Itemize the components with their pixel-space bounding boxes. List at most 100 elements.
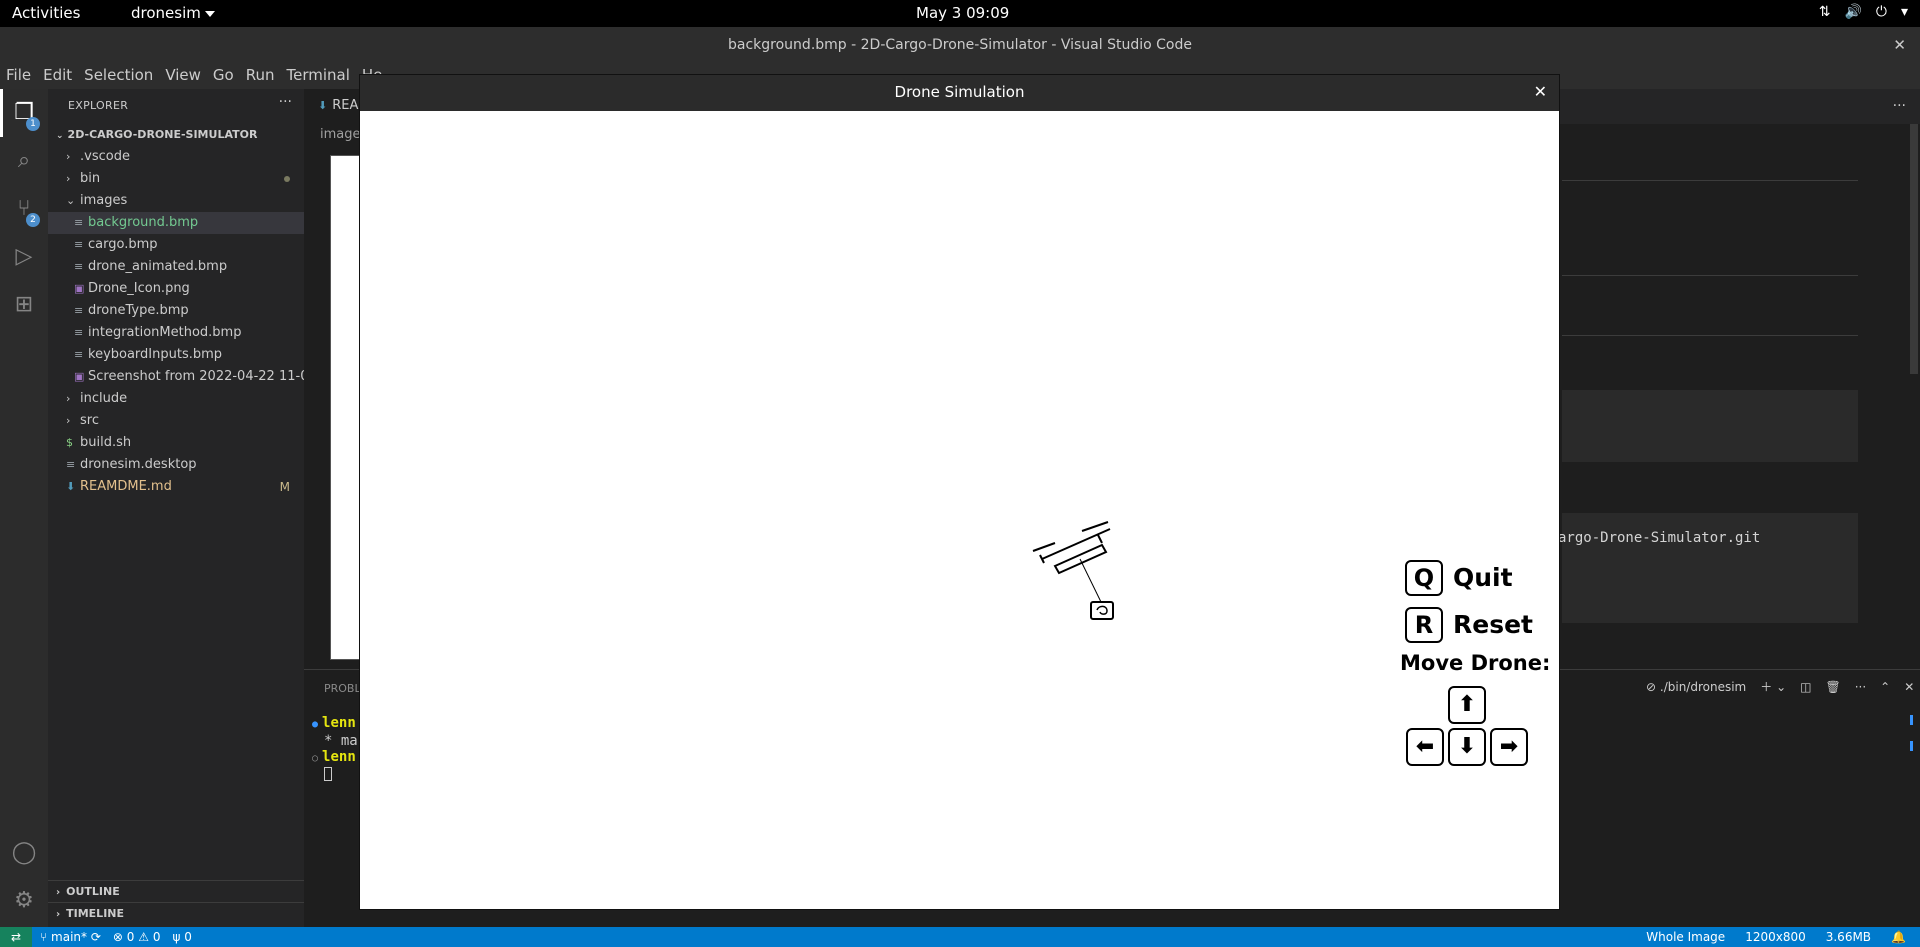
chevron-right-icon: › [66,414,71,427]
workspace-root[interactable]: ⌄ 2D-CARGO-DRONE-SIMULATOR [48,124,304,146]
notifications-bell-icon[interactable]: 🔔 [1891,927,1906,947]
menu-selection[interactable]: Selection [78,63,159,89]
network-icon: ⇅ [1818,4,1831,20]
app-menu[interactable]: dronesim [131,4,215,22]
quit-key-icon: Q [1405,560,1443,596]
rotor-left [1032,542,1056,552]
markdown-file-icon: ⬇ [66,480,76,493]
git-modified-badge: M [279,480,290,494]
tree-item-label: droneType.bmp [88,303,189,318]
tree-file-dronesim-desktop[interactable]: ≡ dronesim.desktop [48,454,304,476]
file-lines-icon: ≡ [66,458,76,471]
git-branch[interactable]: ⑂ main* ⟳ [40,927,101,947]
tree-folder-include[interactable]: › include [48,388,304,410]
editor-more-actions[interactable]: ··· [1893,98,1906,114]
file-lines-icon: ≡ [74,326,84,339]
window-close-button[interactable]: ✕ [1893,27,1906,63]
system-top-bar: Activities dronesim May 3 09:09 ⇅ 🔊 ⏻ ▾ [0,0,1920,27]
drone-scene [1032,521,1114,620]
tree-folder-src[interactable]: › src [48,410,304,432]
account-icon[interactable]: ◯ [10,839,38,867]
sim-canvas[interactable] [360,111,1559,909]
timeline-section[interactable]: › TIMELINE [48,902,304,924]
run-debug-icon[interactable]: ▷ [10,243,38,271]
tree-file-drone-icon-png[interactable]: ▣ Drone_Icon.png [48,278,304,300]
sim-close-button[interactable]: ✕ [1534,82,1547,101]
markdown-code-block [1562,390,1858,462]
terminal-output[interactable]: ● lenn * ma ○ lenn [312,715,358,785]
tree-file-reamdme-md[interactable]: ⬇ REAMDME.md M [48,476,304,498]
shell-script-icon: $ [66,436,73,449]
tree-item-label: REAMDME.md [80,479,172,494]
explorer-sidebar: EXPLORER ··· ⌄ 2D-CARGO-DRONE-SIMULATOR ›… [48,89,304,927]
tree-item-label: Screenshot from 2022-04-22 11-0... [88,369,304,384]
tree-folder-bin[interactable]: › bin [48,168,304,190]
cargo-rope [1079,558,1102,603]
close-panel-icon[interactable]: ✕ [1904,680,1914,694]
markdown-rule [1562,275,1858,276]
tree-item-label: src [80,413,99,428]
menu-edit[interactable]: Edit [37,63,78,89]
modified-dot-icon [284,176,290,182]
tree-file-build-sh[interactable]: $ build.sh [48,432,304,454]
branch-label: main* [51,930,88,944]
tree-folder-vscode[interactable]: › .vscode [48,146,304,168]
search-icon[interactable]: ⌕ [10,147,38,175]
menu-terminal[interactable]: Terminal [281,63,356,89]
tree-file-keyboardinputs-bmp[interactable]: ≡ keyboardInputs.bmp [48,344,304,366]
explorer-more-button[interactable]: ··· [279,94,292,110]
terminal-selector[interactable]: ⊘ ./bin/dronesim [1646,680,1746,694]
scm-badge: 2 [26,213,40,227]
active-indicator [0,89,3,137]
image-zoom-mode[interactable]: Whole Image [1646,927,1725,947]
timeline-label: TIMELINE [66,907,125,920]
terminal-icon: ⊘ [1646,679,1657,694]
tree-item-label: .vscode [80,149,130,164]
menu-file[interactable]: File [0,63,37,89]
tree-folder-images[interactable]: ⌄ images [48,190,304,212]
clock[interactable]: May 3 09:09 [916,4,1009,22]
tree-file-background-bmp[interactable]: ≡ background.bmp [48,212,304,234]
tree-item-label: cargo.bmp [88,237,158,252]
menu-view[interactable]: View [159,63,207,89]
terminal-name: ./bin/dronesim [1659,679,1747,694]
drone-simulation-window: Drone Simulation ✕ Q Quit R Reset Move D… [359,74,1560,910]
warning-icon: ⚠ [138,930,150,944]
command-success-icon: ● [312,719,319,730]
command-pending-icon: ○ [312,753,319,764]
editor-scrollbar[interactable] [1910,124,1918,374]
tree-file-cargo-bmp[interactable]: ≡ cargo.bmp [48,234,304,256]
more-actions-icon[interactable]: ··· [1855,680,1866,694]
kill-terminal-icon[interactable]: 🗑 [1825,680,1840,694]
tree-file-integrationmethod-bmp[interactable]: ≡ integrationMethod.bmp [48,322,304,344]
cargo-box [1090,601,1114,620]
image-dimensions: 1200x800 [1745,930,1806,944]
menu-run[interactable]: Run [240,63,281,89]
tree-item-label: integrationMethod.bmp [88,325,242,340]
system-tray[interactable]: ⇅ 🔊 ⏻ ▾ [1819,4,1908,20]
file-lines-icon: ≡ [74,238,84,251]
terminal-line: lenn [322,715,356,731]
explorer-title: EXPLORER [68,99,129,112]
tree-file-dronetype-bmp[interactable]: ≡ droneType.bmp [48,300,304,322]
extensions-icon[interactable]: ⊞ [10,291,38,319]
menu-go[interactable]: Go [207,63,240,89]
ports-indicator[interactable]: ψ 0 [173,927,192,947]
split-terminal-icon[interactable]: ◫ [1800,680,1811,694]
arrow-right-key-icon: ➡ [1490,728,1528,766]
tree-item-label: images [80,193,128,208]
remote-indicator[interactable]: ⇄ [0,927,32,947]
tree-file-drone-animated-bmp[interactable]: ≡ drone_animated.bmp [48,256,304,278]
window-title-bar: background.bmp - 2D-Cargo-Drone-Simulato… [0,27,1920,63]
activities-button[interactable]: Activities [12,4,80,22]
volume-icon: 🔊 [1844,4,1862,20]
panel-tab-problems[interactable]: PROBL [324,682,361,695]
outline-label: OUTLINE [66,885,120,898]
maximize-panel-icon[interactable]: ⌃ [1880,680,1890,694]
settings-gear-icon[interactable]: ⚙ [10,887,38,915]
problems-indicator[interactable]: ⊗ 0 ⚠ 0 [113,927,161,947]
tree-file-screenshot[interactable]: ▣ Screenshot from 2022-04-22 11-0... [48,366,304,388]
new-terminal-button[interactable]: ＋ ⌄ [1760,678,1786,695]
chevron-right-icon: › [66,392,71,405]
outline-section[interactable]: › OUTLINE [48,880,304,902]
